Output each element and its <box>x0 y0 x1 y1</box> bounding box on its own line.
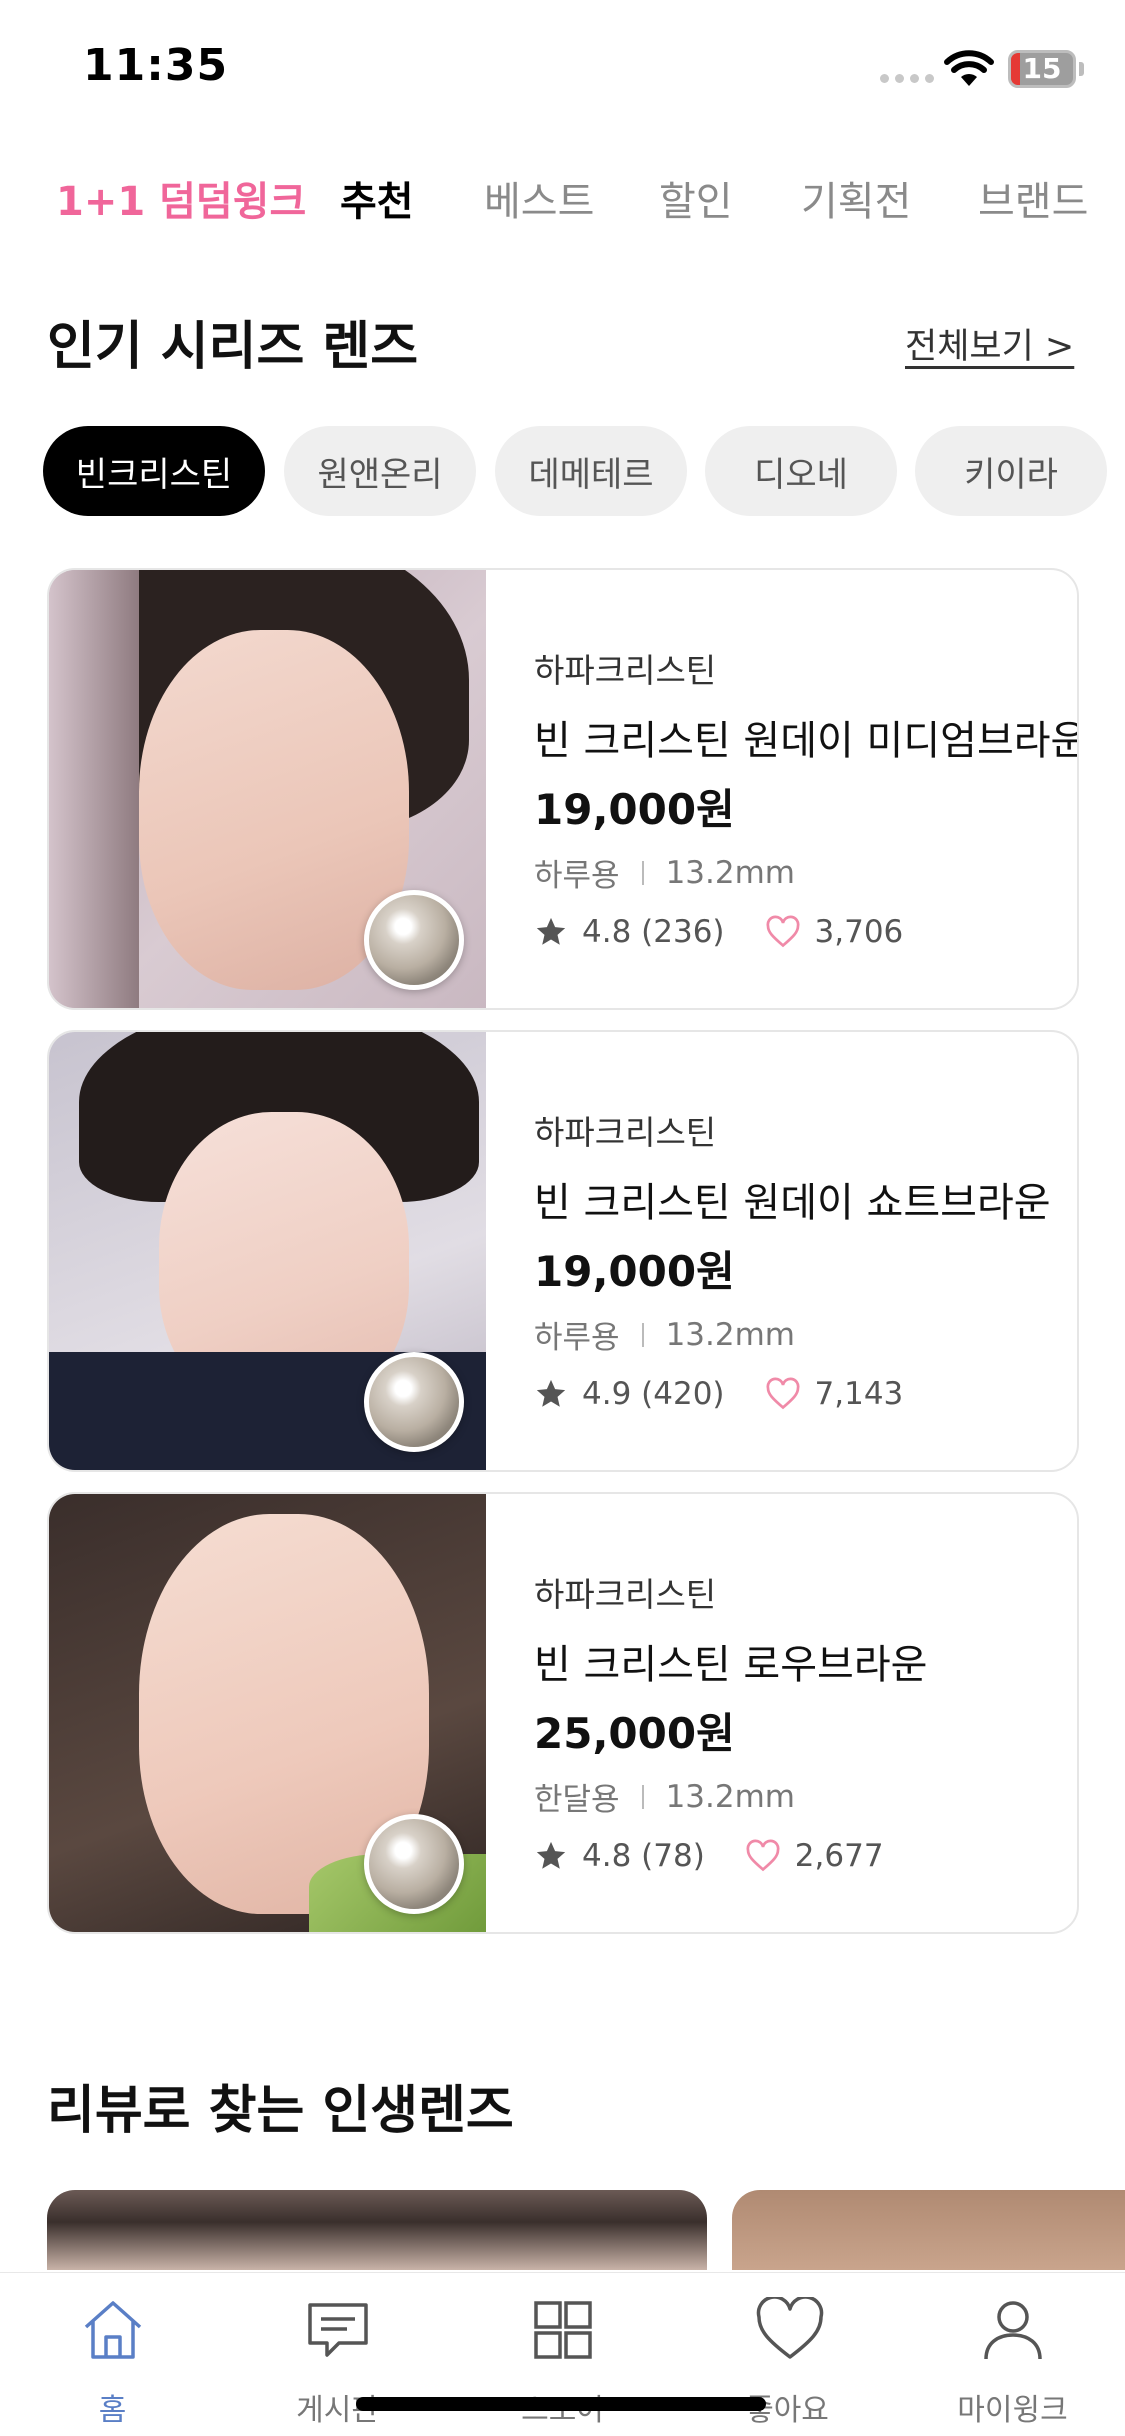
product-card[interactable]: 하파크리스틴 빈 크리스틴 원데이 쇼트브라운 19,000원 하루용 13.2… <box>47 1030 1079 1472</box>
lens-diameter: 13.2mm <box>665 1778 795 1815</box>
review-photo[interactable] <box>47 2190 707 2270</box>
divider <box>641 1322 644 1347</box>
product-meta: 4.9 (420) 7,143 <box>534 1376 903 1412</box>
chip-one-and-only[interactable]: 원앤온리 <box>284 426 476 516</box>
product-name: 빈 크리스틴 원데이 쇼트브라운 <box>534 1180 1051 1226</box>
product-brand: 하파크리스틴 <box>534 651 717 690</box>
product-price: 19,000원 <box>534 785 735 834</box>
likes[interactable]: 2,677 <box>745 1838 884 1874</box>
product-name: 빈 크리스틴 원데이 미디엄브라운 <box>534 718 1079 764</box>
star-icon <box>536 1379 566 1407</box>
chip-demeter[interactable]: 데메테르 <box>495 426 687 516</box>
chat-icon <box>308 2303 368 2357</box>
lens-diameter: 13.2mm <box>665 854 795 891</box>
product-info: 하파크리스틴 빈 크리스틴 원데이 쇼트브라운 19,000원 하루용 13.2… <box>534 1032 1074 1470</box>
status-time: 11:35 <box>83 40 229 91</box>
nav-likes[interactable]: 좋아요 <box>675 2273 900 2436</box>
grid-icon <box>534 2301 592 2359</box>
chip-dione[interactable]: 디오네 <box>705 426 897 516</box>
divider <box>641 1784 644 1809</box>
cellular-signal-icon <box>880 74 934 83</box>
usage-period: 하루용 <box>534 1320 620 1356</box>
usage-period: 한달용 <box>534 1782 620 1818</box>
nav-home[interactable]: 홈 <box>0 2273 225 2436</box>
heart-icon <box>746 1839 780 1872</box>
status-bar: 11:35 15 <box>0 0 1125 140</box>
lens-thumbnail <box>364 890 464 990</box>
like-count: 3,706 <box>814 914 904 950</box>
nav-label: 홈 <box>98 2393 127 2428</box>
battery-icon: 15 <box>1008 50 1076 88</box>
product-brand: 하파크리스틴 <box>534 1113 717 1152</box>
tab-sale[interactable]: 할인 <box>659 172 733 232</box>
lens-diameter: 13.2mm <box>665 1316 795 1353</box>
like-count: 7,143 <box>814 1376 904 1412</box>
view-all-link[interactable]: 전체보기 > <box>905 318 1074 369</box>
product-info: 하파크리스틴 빈 크리스틴 원데이 미디엄브라운 19,000원 하루용 13.… <box>534 570 1077 1008</box>
product-price: 19,000원 <box>534 1247 735 1296</box>
product-brand: 하파크리스틴 <box>534 1575 717 1614</box>
popular-section-title: 인기 시리즈 렌즈 <box>47 317 419 377</box>
nav-label: 마이윙크 <box>957 2393 1068 2428</box>
heart-icon <box>766 915 799 948</box>
review-carousel <box>47 2190 1125 2270</box>
heart-icon <box>766 1377 799 1410</box>
tab-brand[interactable]: 브랜드 <box>978 172 1088 232</box>
heart-icon <box>756 2297 824 2359</box>
rating: 4.9 (420) <box>582 1376 725 1412</box>
tab-recommended[interactable]: 추천 <box>340 172 414 232</box>
product-meta: 4.8 (78) 2,677 <box>534 1838 884 1874</box>
lens-thumbnail <box>364 1352 464 1452</box>
likes[interactable]: 7,143 <box>765 1376 904 1412</box>
review-photo[interactable] <box>732 2190 1125 2270</box>
tab-exhibition[interactable]: 기획전 <box>801 172 911 232</box>
home-indicator <box>356 2397 766 2411</box>
review-section-title: 리뷰로 찾는 인생렌즈 <box>47 2081 514 2141</box>
star-icon <box>536 1841 566 1869</box>
product-spec: 하루용 13.2mm <box>534 1312 795 1357</box>
chip-bean-christine[interactable]: 빈크리스틴 <box>43 426 265 516</box>
product-info: 하파크리스틴 빈 크리스틴 로우브라운 25,000원 한달용 13.2mm 4… <box>534 1494 1074 1932</box>
nav-store[interactable]: 스토어 <box>450 2273 675 2436</box>
wifi-icon <box>944 50 994 86</box>
category-tabs: 1+1 덤덤윙크 추천 베스트 할인 기획전 브랜드 <box>0 172 1125 242</box>
battery-tip <box>1079 62 1084 76</box>
chip-keira[interactable]: 키이라 <box>915 426 1107 516</box>
bottom-nav: 홈 게시판 스토어 좋아요 마이윙크 <box>0 2272 1125 2436</box>
product-spec: 하루용 13.2mm <box>534 850 795 895</box>
tab-best[interactable]: 베스트 <box>484 172 594 232</box>
nav-my-wink[interactable]: 마이윙크 <box>900 2273 1125 2436</box>
product-price: 25,000원 <box>534 1709 735 1758</box>
nav-board[interactable]: 게시판 <box>225 2273 450 2436</box>
rating: 4.8 (78) <box>582 1838 705 1874</box>
product-photo <box>49 1494 486 1932</box>
product-spec: 한달용 13.2mm <box>534 1774 795 1819</box>
product-meta: 4.8 (236) 3,706 <box>534 914 903 950</box>
like-count: 2,677 <box>794 1838 884 1874</box>
person-icon <box>984 2301 1042 2360</box>
star-icon <box>536 917 566 945</box>
series-chips: 빈크리스틴 원앤온리 데메테르 디오네 키이라 <box>43 426 1125 516</box>
tab-promo[interactable]: 1+1 덤덤윙크 <box>56 172 306 232</box>
product-name: 빈 크리스틴 로우브라운 <box>534 1642 928 1688</box>
divider <box>641 860 644 885</box>
likes[interactable]: 3,706 <box>765 914 904 950</box>
battery-label: 15 <box>1022 52 1062 85</box>
home-icon <box>84 2301 142 2359</box>
product-photo <box>49 1032 486 1470</box>
product-photo <box>49 570 486 1008</box>
usage-period: 하루용 <box>534 858 620 894</box>
product-card[interactable]: 하파크리스틴 빈 크리스틴 원데이 미디엄브라운 19,000원 하루용 13.… <box>47 568 1079 1010</box>
product-card[interactable]: 하파크리스틴 빈 크리스틴 로우브라운 25,000원 한달용 13.2mm 4… <box>47 1492 1079 1934</box>
lens-thumbnail <box>364 1814 464 1914</box>
rating: 4.8 (236) <box>582 914 725 950</box>
